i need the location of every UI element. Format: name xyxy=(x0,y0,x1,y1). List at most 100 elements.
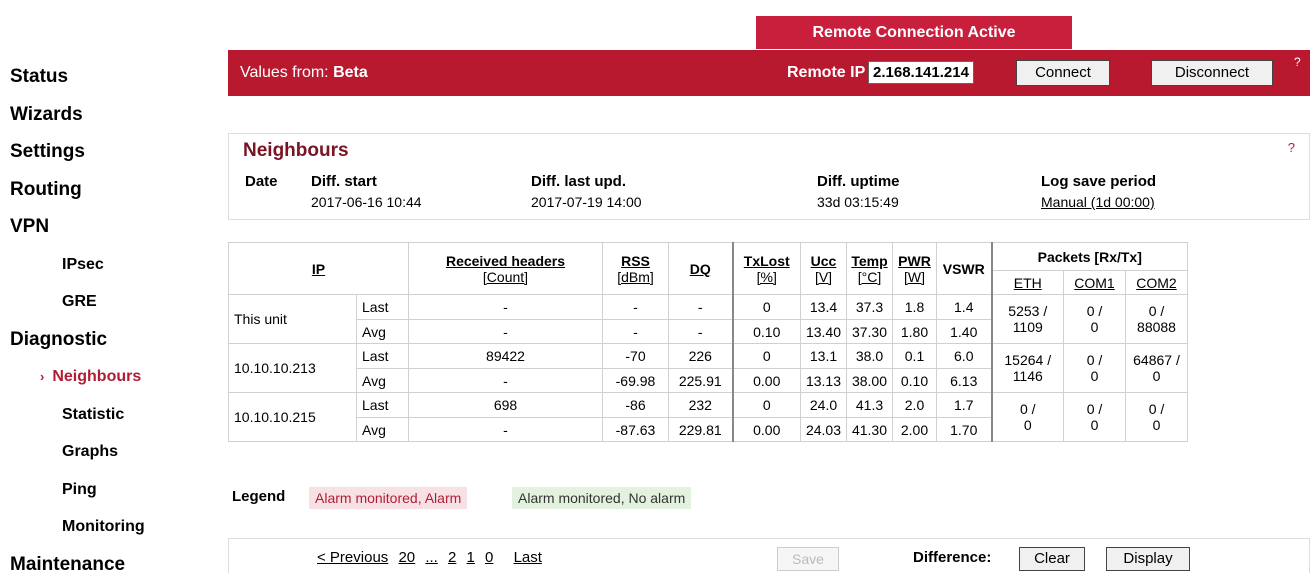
col-ip[interactable]: IP xyxy=(229,243,409,295)
page-ellipsis-link[interactable]: ... xyxy=(425,549,438,566)
cell-recv: 89422 xyxy=(409,344,603,369)
nav-settings[interactable]: Settings xyxy=(0,133,220,171)
cell-dq: 225.91 xyxy=(669,369,733,393)
nav-ipsec[interactable]: IPsec xyxy=(0,246,220,284)
display-button[interactable]: Display xyxy=(1106,547,1190,571)
col-pwr-label: PWR xyxy=(898,253,931,269)
cell-txlost: 0.10 xyxy=(733,320,801,344)
col-com2[interactable]: COM2 xyxy=(1126,271,1188,295)
cell-txlost: 0.00 xyxy=(733,418,801,442)
cell-com1-rx: 0 / xyxy=(1064,401,1125,417)
log-save-label: Log save period xyxy=(1041,173,1156,190)
cell-pwr: 0.10 xyxy=(893,369,937,393)
cell-temp: 38.0 xyxy=(847,344,893,369)
cell-ucc: 13.13 xyxy=(801,369,847,393)
nav-wizards[interactable]: Wizards xyxy=(0,96,220,134)
page-link[interactable]: 0 xyxy=(485,549,493,566)
cell-vswr: 1.7 xyxy=(937,393,992,418)
nav-maintenance[interactable]: Maintenance xyxy=(0,546,220,583)
diff-last-value: 2017-07-19 14:00 xyxy=(531,194,642,210)
neighbours-panel-header: Neighbours ? xyxy=(228,133,1310,166)
clear-button[interactable]: Clear xyxy=(1019,547,1085,571)
page-link[interactable]: 1 xyxy=(467,549,475,566)
col-received-headers[interactable]: Received headers[Count] xyxy=(409,243,603,295)
save-button[interactable]: Save xyxy=(777,547,839,571)
cell-pwr: 1.8 xyxy=(893,295,937,320)
row-ip: 10.10.10.213 xyxy=(229,344,357,393)
col-txlost[interactable]: TxLost[%] xyxy=(733,243,801,295)
row-type: Last xyxy=(357,295,409,320)
cell-recv: - xyxy=(409,295,603,320)
row-type: Last xyxy=(357,393,409,418)
help-icon[interactable]: ? xyxy=(1288,140,1295,155)
diff-info: Date Diff. start 2017-06-16 10:44 Diff. … xyxy=(228,165,1310,220)
nav-monitoring[interactable]: Monitoring xyxy=(0,508,220,546)
cell-eth: 0 /0 xyxy=(992,393,1064,442)
table-row: This unit Last - - - 0 13.4 37.3 1.8 1.4… xyxy=(229,295,1188,320)
page-link[interactable]: 20 xyxy=(398,549,415,566)
nav-diagnostic[interactable]: Diagnostic xyxy=(0,321,220,359)
row-ip: 10.10.10.215 xyxy=(229,393,357,442)
row-type: Last xyxy=(357,344,409,369)
table-footer: < Previous 20 ... 2 1 0 Last Save Differ… xyxy=(228,538,1310,573)
values-from-value: Beta xyxy=(333,64,368,81)
col-ucc[interactable]: Ucc[V] xyxy=(801,243,847,295)
cell-pwr: 2.00 xyxy=(893,418,937,442)
cell-com1-tx: 0 xyxy=(1064,368,1125,384)
cell-com1-tx: 0 xyxy=(1064,417,1125,433)
diff-start-value: 2017-06-16 10:44 xyxy=(311,194,422,210)
cell-vswr: 1.70 xyxy=(937,418,992,442)
diff-last-label: Diff. last upd. xyxy=(531,173,626,190)
cell-recv: - xyxy=(409,320,603,344)
cell-rss: -87.63 xyxy=(603,418,669,442)
nav-neighbours[interactable]: ›Neighbours xyxy=(0,358,220,396)
remote-ip-field[interactable]: 2.168.141.214 xyxy=(868,61,974,84)
cell-pwr: 2.0 xyxy=(893,393,937,418)
cell-com2: 0 /0 xyxy=(1126,393,1188,442)
remote-ip-label: Remote IP xyxy=(787,64,865,82)
diff-uptime-label: Diff. uptime xyxy=(817,173,900,190)
nav-graphs[interactable]: Graphs xyxy=(0,433,220,471)
legend-no-alarm-badge: Alarm monitored, No alarm xyxy=(512,487,691,509)
nav-statistic[interactable]: Statistic xyxy=(0,396,220,434)
nav-vpn[interactable]: VPN xyxy=(0,208,220,246)
nav-gre[interactable]: GRE xyxy=(0,283,220,321)
nav-neighbours-label: Neighbours xyxy=(52,368,141,385)
cell-pwr: 1.80 xyxy=(893,320,937,344)
cell-recv: 698 xyxy=(409,393,603,418)
cell-vswr: 1.4 xyxy=(937,295,992,320)
log-save-link[interactable]: Manual (1d 00:00) xyxy=(1041,194,1155,210)
row-type: Avg xyxy=(357,320,409,344)
disconnect-button[interactable]: Disconnect xyxy=(1151,60,1273,86)
cell-temp: 41.3 xyxy=(847,393,893,418)
last-link[interactable]: Last xyxy=(514,549,542,566)
cell-eth-rx: 5253 / xyxy=(993,303,1064,319)
col-temp[interactable]: Temp[°C] xyxy=(847,243,893,295)
nav-ping[interactable]: Ping xyxy=(0,471,220,509)
cell-temp: 37.30 xyxy=(847,320,893,344)
previous-link[interactable]: < Previous xyxy=(317,549,388,566)
nav-status[interactable]: Status xyxy=(0,58,220,96)
col-pwr[interactable]: PWR[W] xyxy=(893,243,937,295)
nav-routing[interactable]: Routing xyxy=(0,171,220,209)
pagination: < Previous 20 ... 2 1 0 Last xyxy=(317,549,548,566)
col-rss[interactable]: RSS[dBm] xyxy=(603,243,669,295)
row-type: Avg xyxy=(357,418,409,442)
cell-dq: - xyxy=(669,295,733,320)
cell-vswr: 6.0 xyxy=(937,344,992,369)
col-com1[interactable]: COM1 xyxy=(1064,271,1126,295)
col-dq[interactable]: DQ xyxy=(669,243,733,295)
cell-eth-tx: 1109 xyxy=(993,319,1064,335)
page-link[interactable]: 2 xyxy=(448,549,456,566)
values-from: Values from: Beta xyxy=(240,64,368,82)
cell-dq: 226 xyxy=(669,344,733,369)
col-eth[interactable]: ETH xyxy=(992,271,1064,295)
cell-dq: - xyxy=(669,320,733,344)
cell-eth: 5253 /1109 xyxy=(992,295,1064,344)
difference-label: Difference: xyxy=(913,549,991,566)
topbar-help-icon[interactable]: ? xyxy=(1294,58,1301,67)
remote-connection-banner: Remote Connection Active xyxy=(756,16,1072,49)
cell-ucc: 13.4 xyxy=(801,295,847,320)
connect-button[interactable]: Connect xyxy=(1016,60,1110,86)
col-txlost-label: TxLost xyxy=(744,253,790,269)
